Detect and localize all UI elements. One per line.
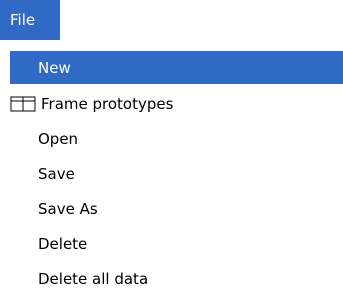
menu-item-delete-all-data[interactable]: Delete all data [0, 261, 343, 296]
frame-grid-icon [10, 95, 38, 113]
menu-item-save-as[interactable]: Save As [0, 191, 343, 226]
menu-item-open[interactable]: Open [0, 121, 343, 156]
file-menu-dropdown: New Frame prototypes Open Save Save As D… [0, 51, 343, 296]
menu-item-frame-prototypes[interactable]: Frame prototypes [0, 86, 343, 121]
file-menu-button[interactable]: File [0, 0, 60, 40]
menu-item-delete[interactable]: Delete [0, 226, 343, 261]
menu-item-label: Frame prototypes [41, 94, 174, 113]
menu-item-save[interactable]: Save [0, 156, 343, 191]
menu-item-new[interactable]: New [10, 51, 343, 84]
